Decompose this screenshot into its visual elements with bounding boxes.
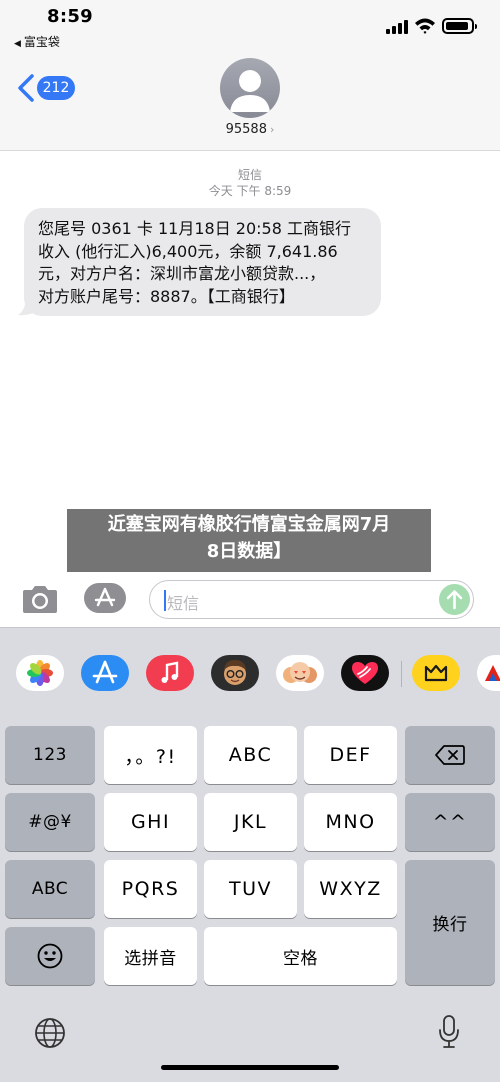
- overlay-caption-text: 近塞宝网有橡胶行情富宝金属网7月 8日数据】: [107, 514, 391, 562]
- message-input-bar: 短信: [0, 572, 500, 627]
- microphone-icon[interactable]: [437, 1014, 461, 1050]
- back-to-app-link[interactable]: ◀ 富宝袋: [14, 33, 60, 50]
- globe-icon[interactable]: [33, 1016, 67, 1050]
- contact-name[interactable]: 95588 ›: [0, 122, 500, 137]
- key-def[interactable]: DEF: [304, 726, 397, 784]
- key-pqrs[interactable]: PQRS: [104, 860, 197, 918]
- back-chevron-icon[interactable]: [14, 72, 38, 104]
- back-triangle-icon: ◀: [14, 39, 21, 49]
- photos-app-icon[interactable]: [16, 655, 64, 691]
- text-cursor: [164, 590, 166, 611]
- key-ghi[interactable]: GHI: [104, 793, 197, 851]
- message-placeholder: 短信: [167, 594, 200, 613]
- contact-avatar[interactable]: [220, 58, 280, 118]
- unread-count-badge[interactable]: 212: [37, 76, 75, 100]
- battery-icon: [442, 18, 477, 34]
- memoji-stickers-app-icon[interactable]: [276, 655, 324, 691]
- key-abc[interactable]: ABC: [204, 726, 297, 784]
- contact-number: 95588: [225, 122, 267, 137]
- key-space[interactable]: 空格: [204, 927, 397, 985]
- key-symbols[interactable]: #@¥: [5, 793, 95, 851]
- wifi-icon: [415, 18, 435, 34]
- key-return[interactable]: 换行: [405, 860, 495, 985]
- key-jkl[interactable]: JKL: [204, 793, 297, 851]
- key-emoji[interactable]: [5, 927, 95, 985]
- chevron-right-icon: ›: [269, 123, 275, 136]
- key-numbers[interactable]: 123: [5, 726, 95, 784]
- imessage-app-drawer: [0, 627, 500, 715]
- app-drawer-divider: [401, 661, 402, 687]
- key-tuv[interactable]: TUV: [204, 860, 297, 918]
- emoji-face-icon: [37, 943, 63, 969]
- key-mno[interactable]: MNO: [304, 793, 397, 851]
- back-app-label: 富宝袋: [23, 35, 60, 49]
- music-app-icon[interactable]: [146, 655, 194, 691]
- cellular-signal-icon: [386, 20, 408, 34]
- digital-touch-app-icon[interactable]: [341, 655, 389, 691]
- key-emoticon[interactable]: ^^: [405, 793, 495, 851]
- message-text-field[interactable]: 短信: [149, 580, 474, 619]
- send-button[interactable]: [439, 584, 470, 615]
- key-abc-mode[interactable]: ABC: [5, 860, 95, 918]
- app-store-button[interactable]: [84, 583, 126, 613]
- overlay-caption: 近塞宝网有橡胶行情富宝金属网7月 8日数据】: [67, 509, 431, 572]
- home-indicator[interactable]: [161, 1065, 339, 1070]
- app-store-app-icon[interactable]: [81, 655, 129, 691]
- camera-icon[interactable]: [20, 585, 60, 615]
- key-select-pinyin[interactable]: 选拼音: [104, 927, 197, 985]
- delete-backward-icon: [435, 745, 465, 765]
- app-store-icon: [94, 587, 116, 607]
- person-icon: [230, 70, 270, 112]
- status-time: 8:59: [47, 6, 93, 27]
- key-punctuation[interactable]: ，。?!: [104, 726, 197, 784]
- key-wxyz[interactable]: WXYZ: [304, 860, 397, 918]
- service-label: 短信: [237, 168, 262, 182]
- status-bar: 8:59 ◀ 富宝袋: [0, 0, 500, 52]
- conversation-header: 212 95588 ›: [0, 52, 500, 151]
- message-timestamp: 今天 下午 8:59: [208, 184, 292, 198]
- received-message-bubble[interactable]: 您尾号 0361 卡 11月18日 20:58 工商银行 收入 (他行汇入)6,…: [24, 208, 381, 316]
- arrow-up-icon: [446, 590, 463, 610]
- key-delete[interactable]: [405, 726, 495, 784]
- memoji-app-icon[interactable]: [211, 655, 259, 691]
- extra-app-icon[interactable]: [412, 655, 460, 691]
- more-app-icon[interactable]: [477, 655, 500, 691]
